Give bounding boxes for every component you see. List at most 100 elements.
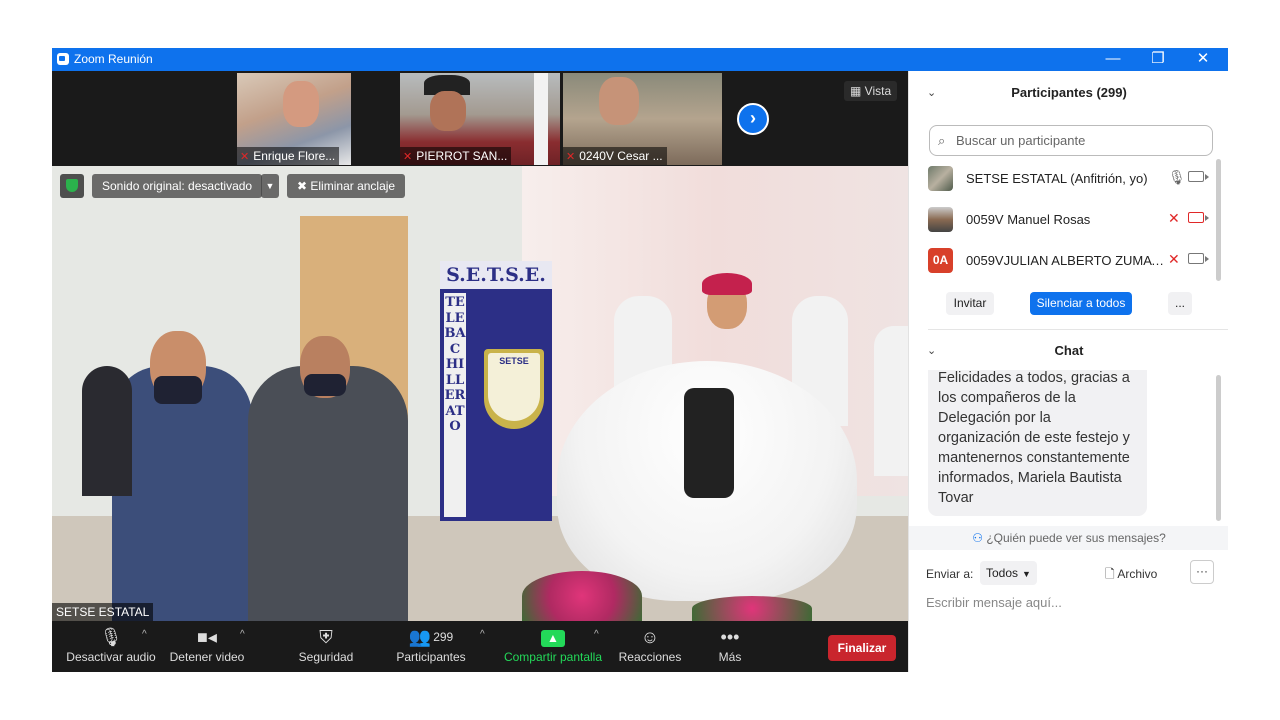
security-button[interactable]: ⛨ Seguridad	[292, 621, 360, 672]
share-screen-button[interactable]: ▲ Compartir pantalla	[502, 621, 604, 672]
mic-muted-icon[interactable]: ✕	[1168, 251, 1180, 268]
audio-options-caret[interactable]: ^	[142, 629, 147, 640]
view-button[interactable]: ▦ Vista	[844, 81, 898, 101]
send-to-label: Enviar a:	[926, 567, 974, 581]
who-can-see-messages[interactable]: ⚇ ¿Quién puede ver sus mensajes?	[909, 526, 1228, 550]
participant-name: 0059VJULIAN ALBERTO ZUMAYA...	[966, 253, 1166, 268]
setse-seal: SETSE	[484, 349, 544, 429]
chat-more-button[interactable]: ···	[1190, 560, 1214, 584]
person-face	[283, 81, 319, 127]
musician	[874, 326, 908, 476]
title-bar: Zoom Reunión — ❐ ✕	[52, 48, 1228, 71]
participants-header: ⌄ Participantes (299)	[909, 75, 1228, 111]
participant-row[interactable]: SETSE ESTATAL (Anfitrión, yo) 🎙	[909, 159, 1221, 199]
dancer-apron	[684, 388, 734, 498]
person-face	[599, 77, 639, 125]
video-off-icon[interactable]	[1188, 212, 1209, 223]
chat-message: Felicidades a todos, gracias a los compa…	[928, 370, 1147, 516]
flower-arrangement	[692, 596, 812, 621]
chat-title: Chat	[1054, 343, 1084, 358]
participant-row[interactable]: 0059V Manuel Rosas ✕	[909, 200, 1221, 240]
seal-inner: SETSE	[488, 353, 540, 421]
avatar: 0A	[928, 248, 953, 273]
more-button[interactable]: ••• Más	[708, 621, 752, 672]
banner-side-text: TELEBACHILLERATO	[444, 293, 466, 517]
avatar	[928, 166, 953, 191]
person-plaid-shirt	[112, 366, 252, 621]
mic-muted-icon: ✕	[403, 151, 413, 163]
mic-muted-icon[interactable]: ✕	[1168, 210, 1180, 227]
video-camera-icon[interactable]	[1188, 171, 1209, 182]
mic-muted-icon: ✕	[566, 151, 576, 163]
original-sound-dropdown[interactable]: ▼	[261, 174, 279, 198]
speaker-name: SETSE ESTATAL	[52, 603, 154, 621]
minimize-button[interactable]: —	[1090, 48, 1136, 71]
more-options-button[interactable]: ...	[1168, 292, 1192, 315]
window-bg	[534, 73, 548, 165]
mic-muted-icon: ✕	[240, 151, 250, 163]
invite-button[interactable]: Invitar	[946, 292, 994, 315]
avatar	[928, 207, 953, 232]
original-sound-button[interactable]: Sonido original: desactivado	[92, 174, 263, 198]
chat-input[interactable]: Escribir mensaje aquí...	[926, 595, 1062, 610]
dancer-headdress	[702, 273, 752, 295]
zoom-logo-icon	[57, 53, 69, 65]
chevron-down-icon[interactable]: ⌄	[927, 333, 936, 369]
video-options-caret[interactable]: ^	[240, 629, 245, 640]
active-speaker-video: S.E.T.S.E. TELEBACHILLERATO SETSE Sonido…	[52, 166, 908, 621]
video-thumbnail[interactable]: ✕ Enrique Flore...	[237, 73, 351, 165]
participant-name: Enrique Flore...	[253, 149, 336, 163]
grid-icon: ▦	[850, 84, 865, 98]
participants-title: Participantes (299)	[1011, 85, 1127, 100]
zoom-window: Zoom Reunión — ❐ ✕ ✕ Enrique Flore... ✕ PI…	[52, 48, 1228, 672]
pin-icon: ✖	[297, 179, 311, 193]
restore-button[interactable]: ❐	[1135, 48, 1181, 71]
setse-banner: S.E.T.S.E. TELEBACHILLERATO SETSE	[440, 261, 552, 521]
video-camera-icon[interactable]	[1188, 253, 1209, 264]
window-title: Zoom Reunión	[74, 52, 153, 66]
participants-options-caret[interactable]: ^	[480, 629, 485, 640]
flower-arrangement	[522, 571, 642, 621]
recipient-dropdown[interactable]: Todos ▼	[980, 561, 1037, 585]
chat-scrollbar[interactable]	[1216, 375, 1221, 521]
participant-search-input[interactable]: ⌕ Buscar un participante	[929, 125, 1213, 156]
participant-name: SETSE ESTATAL (Anfitrión, yo)	[966, 171, 1148, 186]
participants-icon: 👥	[408, 627, 432, 647]
encryption-shield-icon[interactable]	[60, 174, 84, 198]
video-thumbnail[interactable]: ✕ 0240V Cesar ...	[563, 73, 722, 165]
mute-all-button[interactable]: Silenciar a todos	[1030, 292, 1132, 315]
chat-header: ⌄ Chat	[909, 333, 1228, 369]
side-panel: ⌄ Participantes (299) ⌕ Buscar un partic…	[908, 71, 1228, 672]
participants-scrollbar[interactable]	[1216, 159, 1221, 281]
share-screen-icon: ▲	[541, 629, 565, 647]
search-icon: ⌕	[938, 133, 946, 148]
thumbnail-strip: ✕ Enrique Flore... ✕ PIERROT SAN... ✕ 0240V…	[52, 71, 908, 166]
smiley-icon: ☺	[640, 627, 660, 647]
person-face	[430, 91, 466, 131]
share-options-caret[interactable]: ^	[594, 629, 599, 640]
participants-button[interactable]: 👥 299 Participantes	[394, 621, 468, 672]
microphone-icon[interactable]: 🎙	[1168, 169, 1186, 186]
person-background	[82, 366, 132, 496]
face-mask	[154, 376, 202, 404]
chevron-down-icon[interactable]: ⌄	[927, 75, 936, 111]
close-button[interactable]: ✕	[1180, 48, 1226, 71]
banner-title: S.E.T.S.E.	[440, 261, 552, 289]
face-mask	[304, 374, 346, 396]
participant-name: 0059V Manuel Rosas	[966, 212, 1091, 227]
meeting-toolbar: 🎙 Desactivar audio ^ ■◂ Detener video ^ …	[52, 621, 908, 672]
chevron-down-icon: ▼	[1022, 569, 1031, 579]
participant-row[interactable]: 0A 0059VJULIAN ALBERTO ZUMAYA... ✕	[909, 241, 1221, 281]
end-meeting-button[interactable]: Finalizar	[828, 635, 896, 661]
stop-video-button[interactable]: ■◂ Detener video	[166, 621, 248, 672]
file-icon: 🗋	[1105, 567, 1118, 581]
unpin-button[interactable]: ✖ Eliminar anclaje	[287, 174, 406, 198]
person-grey-suit	[248, 366, 408, 621]
reactions-button[interactable]: ☺ Reacciones	[616, 621, 684, 672]
chat-messages: Felicidades a todos, gracias a los compa…	[909, 370, 1221, 525]
next-page-button[interactable]: ›	[737, 103, 769, 135]
video-thumbnail[interactable]: ✕ PIERROT SAN...	[400, 73, 560, 165]
video-area: ✕ Enrique Flore... ✕ PIERROT SAN... ✕ 0240V…	[52, 71, 908, 672]
file-button[interactable]: 🗋 Archivo	[1105, 565, 1157, 586]
participants-count: 299	[433, 630, 454, 644]
